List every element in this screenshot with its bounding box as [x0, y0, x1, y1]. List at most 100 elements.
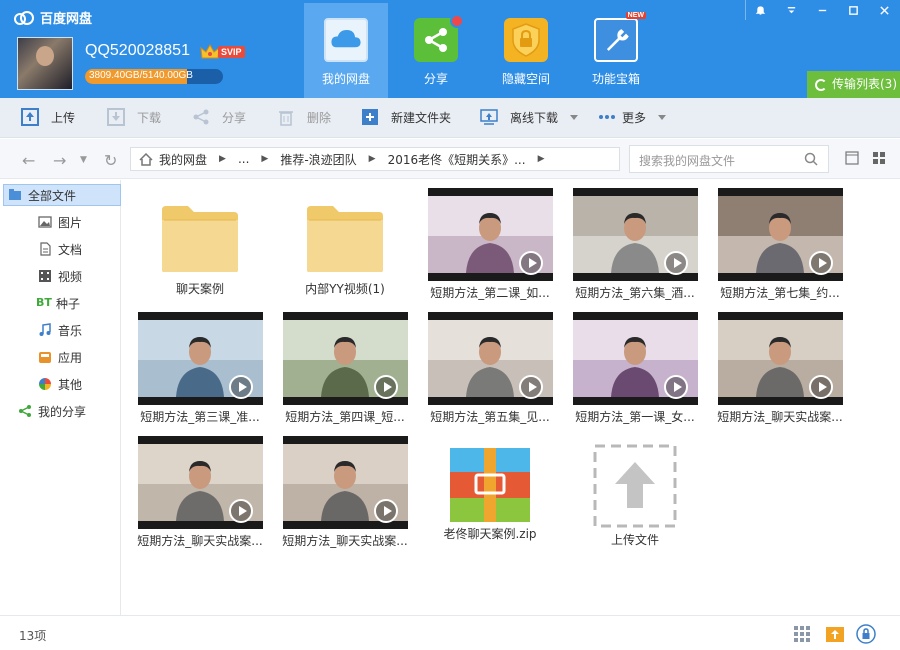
privacy-lock-icon[interactable] [856, 624, 876, 644]
other-icon [39, 378, 51, 390]
sidebar-item-label: 音乐 [58, 323, 83, 338]
play-icon[interactable] [663, 251, 688, 275]
tab-my-drive[interactable]: 我的网盘 [304, 3, 388, 98]
play-icon[interactable] [808, 251, 833, 275]
upload-icon [21, 108, 39, 126]
more-label: 更多 [622, 110, 647, 125]
tab-hidden-space[interactable]: 隐藏空间 [484, 3, 568, 98]
app-icon [39, 352, 51, 363]
sidebar-item-label: 其他 [58, 377, 83, 392]
sidebar-item-my-share[interactable]: 我的分享 [0, 400, 118, 422]
play-icon[interactable] [373, 499, 398, 523]
file-item[interactable]: 内部YY视频(1) [274, 188, 416, 297]
history-dropdown-icon[interactable]: ▼ [80, 155, 87, 165]
document-icon [40, 242, 51, 256]
menu-icon[interactable] [776, 0, 806, 22]
breadcrumb-separator-icon: ▶ [261, 154, 269, 164]
close-icon[interactable] [869, 0, 899, 22]
offline-download-label: 离线下载 [510, 110, 559, 125]
file-item[interactable]: 短期方法_第七集_约... [709, 188, 851, 301]
video-thumbnail [572, 312, 698, 405]
breadcrumb-separator-icon: ▶ [537, 154, 545, 164]
breadcrumb-item-team[interactable]: 推荐-浪迹团队 [280, 151, 356, 168]
file-item[interactable]: 短期方法_第五集_见... [419, 312, 561, 425]
file-item[interactable]: 聊天案例 [129, 188, 271, 297]
share-button[interactable]: 分享 [192, 108, 246, 126]
sidebar-item-other[interactable]: 其他 [0, 373, 118, 395]
upload-file-tile[interactable]: 上传文件 [564, 436, 706, 548]
sidebar-item-all-files[interactable]: 全部文件 [3, 184, 121, 206]
tab-share-label: 分享 [423, 72, 448, 86]
play-icon[interactable] [518, 251, 543, 275]
bell-icon[interactable] [745, 0, 775, 22]
offline-download-icon [480, 109, 498, 125]
tab-hidden-space-label: 隐藏空间 [501, 72, 550, 86]
sidebar-item-torrents[interactable]: BT 种子 [0, 292, 118, 314]
file-name: 上传文件 [610, 533, 659, 547]
more-button[interactable]: 更多 [598, 108, 667, 126]
download-icon [107, 108, 125, 126]
file-item[interactable]: 短期方法_第三课_准... [129, 312, 271, 425]
video-thumbnail [717, 312, 843, 405]
minimize-icon[interactable] [807, 0, 837, 22]
more-dots-icon [599, 115, 615, 119]
search-placeholder: 搜索我的网盘文件 [639, 154, 736, 168]
play-icon[interactable] [808, 375, 833, 399]
file-item[interactable]: 短期方法_第四课_短... [274, 312, 416, 425]
play-icon[interactable] [228, 499, 253, 523]
sidebar-item-label: 我的分享 [38, 404, 87, 419]
refresh-icon[interactable]: ↻ [104, 151, 117, 170]
upload-button[interactable]: 上传 [21, 108, 75, 126]
play-icon[interactable] [228, 375, 253, 399]
list-view-icon[interactable] [845, 151, 859, 165]
grid-view-icon[interactable] [872, 151, 886, 165]
forward-arrow-icon[interactable]: → [53, 151, 66, 170]
search-input[interactable]: 搜索我的网盘文件 [629, 145, 829, 173]
file-name: 短期方法_第四课_短... [285, 410, 405, 424]
sidebar-item-label: 种子 [56, 296, 81, 311]
grid-apps-icon[interactable] [792, 624, 812, 644]
breadcrumb-item-collapsed[interactable]: ... [238, 152, 249, 166]
sidebar-item-documents[interactable]: 文档 [0, 238, 118, 260]
tab-share[interactable]: 分享 [394, 3, 478, 98]
crown-icon [200, 43, 220, 59]
play-icon[interactable] [373, 375, 398, 399]
svip-badge[interactable]: SVIP [200, 43, 245, 61]
search-icon[interactable] [804, 152, 818, 166]
lock-icon [504, 18, 548, 62]
all-files-icon [9, 189, 21, 200]
file-item[interactable]: 短期方法_第一课_女... [564, 312, 706, 425]
sidebar-item-music[interactable]: 音乐 [0, 319, 118, 341]
username[interactable]: QQ520028851 [85, 42, 190, 60]
play-icon[interactable] [518, 375, 543, 399]
file-item[interactable]: 短期方法_第二课_如... [419, 188, 561, 301]
sidebar-item-videos[interactable]: 视频 [0, 265, 118, 287]
file-item[interactable]: 短期方法_聊天实战案... [274, 436, 416, 549]
file-name: 短期方法_第六集_酒... [575, 286, 695, 300]
delete-button[interactable]: 删除 [277, 108, 331, 126]
play-icon[interactable] [663, 375, 688, 399]
file-item[interactable]: 短期方法_聊天实战案... [129, 436, 271, 549]
bt-icon: BT [36, 296, 52, 309]
offline-download-button[interactable]: 离线下载 [480, 108, 579, 126]
upload-folder-icon[interactable] [825, 624, 845, 644]
new-folder-label: 新建文件夹 [391, 110, 452, 125]
back-arrow-icon[interactable]: ← [22, 151, 35, 170]
file-item[interactable]: 老佟聊天案例.zip [419, 436, 561, 542]
maximize-icon[interactable] [838, 0, 868, 22]
file-name: 短期方法_聊天实战案... [717, 410, 843, 424]
avatar[interactable] [17, 37, 73, 90]
breadcrumb-item-root[interactable]: 我的网盘 [159, 151, 207, 168]
file-name: 短期方法_第七集_约... [720, 286, 840, 300]
sidebar-item-apps[interactable]: 应用 [0, 346, 118, 368]
sidebar-item-images[interactable]: 图片 [0, 211, 118, 233]
file-item[interactable]: 短期方法_聊天实战案... [709, 312, 851, 425]
tab-toolbox[interactable]: NEW 功能宝箱 [574, 3, 658, 98]
file-name: 内部YY视频(1) [305, 282, 385, 296]
music-icon [39, 323, 51, 336]
breadcrumb-item-current[interactable]: 2016老佟《短期关系》... [388, 151, 526, 168]
file-item[interactable]: 短期方法_第六集_酒... [564, 188, 706, 301]
download-button[interactable]: 下载 [107, 108, 161, 126]
new-folder-button[interactable]: 新建文件夹 [361, 108, 451, 126]
transfer-list-button[interactable]: 传输列表(3) [807, 71, 900, 98]
